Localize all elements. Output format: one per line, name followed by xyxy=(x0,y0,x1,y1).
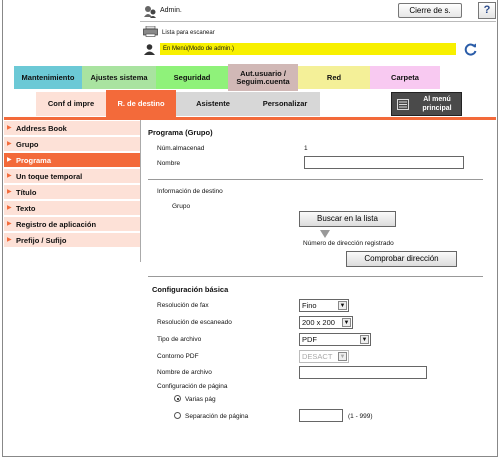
page-separation-input[interactable] xyxy=(299,409,343,422)
sidebar-item-label: Prefijo / Sufijo xyxy=(16,236,67,245)
tab-seguridad[interactable]: Seguridad xyxy=(156,66,228,89)
file-type-select[interactable]: PDF ▼ xyxy=(299,333,371,346)
tab-asistente[interactable]: Asistente xyxy=(176,92,250,116)
sidebar-item-programa[interactable]: ▶ Programa xyxy=(4,153,140,168)
sidebar-item-label: Registro de aplicación xyxy=(16,220,97,229)
chevron-down-icon: ▼ xyxy=(338,301,347,310)
chevron-down-icon: ▼ xyxy=(342,318,351,327)
chevron-down-icon: ▼ xyxy=(338,352,347,361)
name-label: Nombre xyxy=(157,160,181,167)
arrow-right-icon: ▶ xyxy=(7,141,12,147)
page-config-label: Configuración de página xyxy=(157,383,228,390)
sidebar-item-prefijo[interactable]: ▶ Prefijo / Sufijo xyxy=(4,233,140,248)
check-address-button[interactable]: Comprobar dirección xyxy=(346,251,457,267)
user-name-label: Admin. xyxy=(160,7,182,14)
menu-grid-icon xyxy=(397,99,409,110)
search-list-button[interactable]: Buscar en la lista xyxy=(299,211,396,227)
tab-mantenimiento[interactable]: Mantenimiento xyxy=(14,66,82,89)
tab-conf-impre[interactable]: Conf d impre xyxy=(36,92,106,116)
pdf-outline-select: DESACT ▼ xyxy=(299,350,349,363)
page-title: Programa (Grupo) xyxy=(148,128,213,137)
file-type-label: Tipo de archivo xyxy=(157,336,202,343)
file-name-input[interactable] xyxy=(299,366,427,379)
tab-carpeta[interactable]: Carpeta xyxy=(370,66,440,89)
sidebar-item-titulo[interactable]: ▶ Título xyxy=(4,185,140,200)
chevron-down-icon: ▼ xyxy=(360,335,369,344)
logout-button[interactable]: Cierre de s. xyxy=(398,3,462,18)
main-menu-label: Al menú principal xyxy=(422,96,452,112)
sidebar-item-registro[interactable]: ▶ Registro de aplicación xyxy=(4,217,140,232)
arrow-right-icon: ▶ xyxy=(7,205,12,211)
page-separation-radio[interactable] xyxy=(174,412,181,419)
section-divider xyxy=(148,276,483,277)
arrow-down-icon xyxy=(320,230,330,238)
arrow-right-icon: ▶ xyxy=(7,173,12,179)
mode-status-bar: En Menú(Modo de admin.) xyxy=(160,43,456,55)
refresh-icon[interactable] xyxy=(463,42,478,57)
arrow-right-icon: ▶ xyxy=(7,157,12,163)
sidebar-item-label: Un toque temporal xyxy=(16,172,83,181)
main-menu-button[interactable]: Al menú principal xyxy=(391,92,462,116)
page-separation-range: (1 - 999) xyxy=(348,413,373,420)
arrow-right-icon: ▶ xyxy=(7,221,12,227)
sidebar-item-label: Programa xyxy=(16,156,52,165)
fax-resolution-label: Resolución de fax xyxy=(157,302,209,309)
help-button[interactable]: ? xyxy=(478,2,496,19)
scan-resolution-value: 200 x 200 xyxy=(302,318,335,327)
scan-resolution-select[interactable]: 200 x 200 ▼ xyxy=(299,316,353,329)
multi-page-label: Varias pág xyxy=(185,396,216,403)
pdf-outline-value: DESACT xyxy=(302,352,333,361)
num-stored-label: Núm.almacenad xyxy=(157,145,205,152)
sidebar-item-label: Título xyxy=(16,188,37,197)
arrow-right-icon: ▶ xyxy=(7,237,12,243)
group-label: Grupo xyxy=(172,203,191,210)
sidebar-border xyxy=(140,120,141,262)
tab-r-de-destino[interactable]: R. de destino xyxy=(106,90,176,118)
device-status-text: Lista para escanear xyxy=(162,30,215,36)
file-name-label: Nombre de archivo xyxy=(157,369,212,376)
page-separation-label: Separación de página xyxy=(185,413,249,420)
arrow-right-icon: ▶ xyxy=(7,125,12,131)
pdf-outline-label: Contorno PDF xyxy=(157,353,199,360)
scan-resolution-label: Resolución de escaneado xyxy=(157,319,232,326)
basic-config-title: Configuración básica xyxy=(152,285,229,294)
tab-red[interactable]: Red xyxy=(298,66,370,89)
sidebar-item-grupo[interactable]: ▶ Grupo xyxy=(4,137,140,152)
tab-ajustes-sistema[interactable]: Ajustes sistema xyxy=(82,66,156,89)
fax-resolution-value: Fino xyxy=(302,301,317,310)
sidebar-item-label: Address Book xyxy=(16,124,67,133)
destination-info-label: Información de destino xyxy=(157,188,223,195)
admin-user-icon xyxy=(144,6,156,18)
tab-aut-usuario[interactable]: Aut.usuario / Seguim.cuenta xyxy=(228,64,298,91)
sidebar-item-label: Texto xyxy=(16,204,36,213)
name-input[interactable] xyxy=(304,156,464,169)
sidebar-item-label: Grupo xyxy=(16,140,39,149)
sidebar-item-un-toque[interactable]: ▶ Un toque temporal xyxy=(4,169,140,184)
admin-mode-icon xyxy=(144,44,155,55)
tab-underline xyxy=(4,117,496,120)
sidebar-item-texto[interactable]: ▶ Texto xyxy=(4,201,140,216)
file-type-value: PDF xyxy=(302,335,317,344)
tab-personalizar[interactable]: Personalizar xyxy=(250,92,320,116)
fax-resolution-select[interactable]: Fino ▼ xyxy=(299,299,349,312)
header-divider xyxy=(140,21,496,22)
multi-page-radio[interactable] xyxy=(174,395,181,402)
section-divider xyxy=(148,179,483,180)
registered-number-label: Número de dirección registrado xyxy=(303,240,394,247)
num-stored-value: 1 xyxy=(304,145,308,152)
arrow-right-icon: ▶ xyxy=(7,189,12,195)
printer-icon xyxy=(143,26,158,37)
sidebar-item-address-book[interactable]: ▶ Address Book xyxy=(4,121,140,136)
